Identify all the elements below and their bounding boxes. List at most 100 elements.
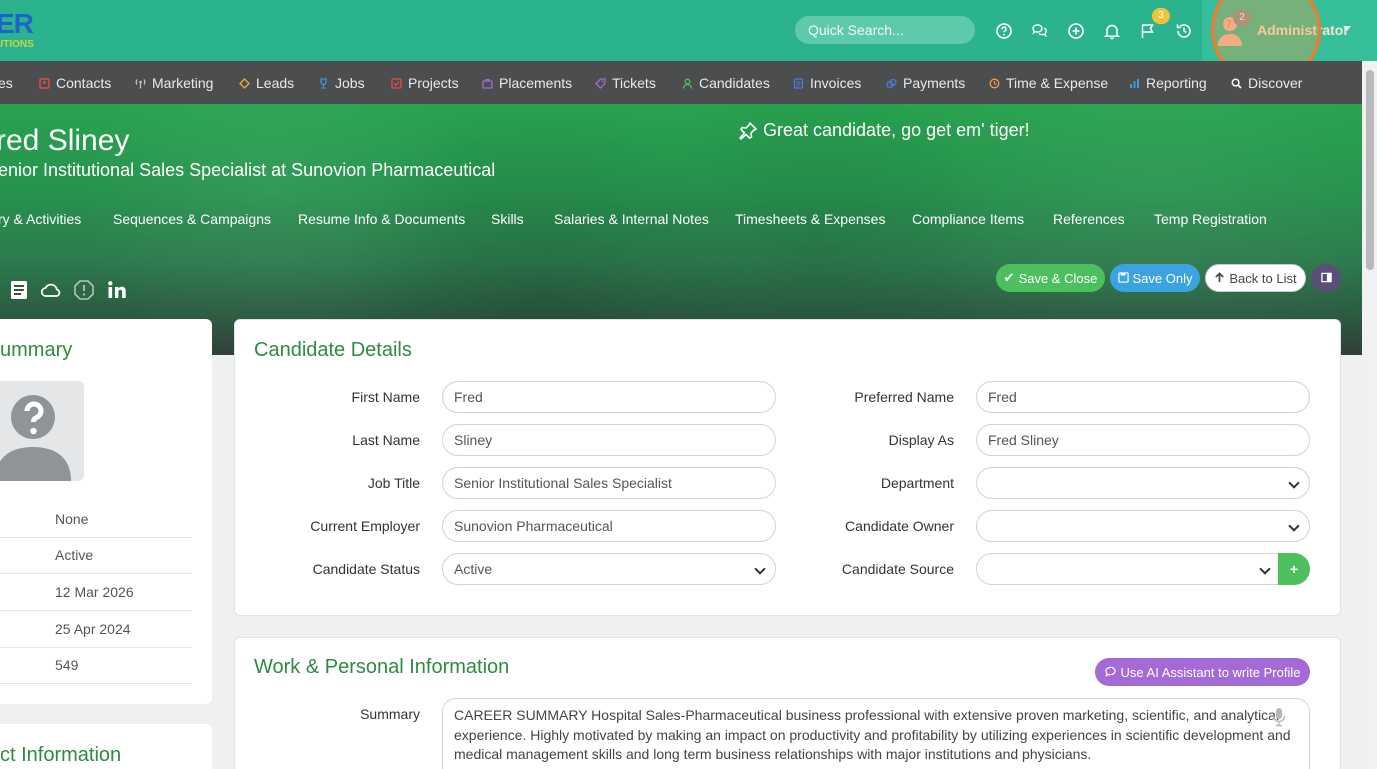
chevron-down-icon[interactable] <box>1343 26 1351 31</box>
nav-item-discover[interactable]: Discover <box>1231 74 1302 92</box>
add-source-button[interactable]: + <box>1278 553 1310 585</box>
flag-count-badge: 3 <box>1152 8 1170 24</box>
bell-icon[interactable] <box>1103 22 1121 40</box>
tab-skills[interactable]: Skills <box>491 211 524 227</box>
chat-bubble-icon <box>1104 665 1116 680</box>
nav-item-leads[interactable]: Leads <box>239 74 294 92</box>
quick-search-input[interactable] <box>795 16 975 44</box>
back-to-list-label: Back to List <box>1229 270 1297 286</box>
summary-row: None <box>0 501 192 538</box>
tab-salaries-notes[interactable]: Salaries & Internal Notes <box>554 211 709 227</box>
tab-history-activities[interactable]: ry & Activities <box>0 211 81 227</box>
microphone-icon[interactable] <box>1272 707 1286 727</box>
nav-item-time-expense[interactable]: Time & Expense <box>989 74 1108 92</box>
department-label: Department <box>880 475 954 491</box>
nav-item-label: Reporting <box>1146 75 1207 91</box>
briefcase-icon <box>482 78 493 89</box>
scrollbar-thumb[interactable] <box>1366 70 1374 270</box>
tab-sequences-campaigns[interactable]: Sequences & Campaigns <box>113 211 271 227</box>
person-icon <box>682 78 693 89</box>
summary-value: 25 Apr 2024 <box>55 621 131 637</box>
department-select[interactable] <box>976 467 1310 499</box>
nav-item-activities[interactable]: es <box>0 74 13 92</box>
tab-temp-registration[interactable]: Temp Registration <box>1154 211 1267 227</box>
tab-resume-documents[interactable]: Resume Info & Documents <box>298 211 465 227</box>
job-title-field[interactable]: Senior Institutional Sales Specialist <box>442 467 776 499</box>
alert-hexagon-icon[interactable] <box>73 279 95 301</box>
save-close-button[interactable]: ✔ Save & Close <box>996 264 1105 292</box>
help-icon[interactable] <box>995 22 1013 40</box>
last-name-label: Last Name <box>352 432 420 448</box>
bar-chart-icon <box>1129 78 1140 89</box>
nav-item-label: Candidates <box>699 75 770 91</box>
candidate-source-select[interactable] <box>976 553 1281 585</box>
logo-subtext: UTIONS <box>0 39 34 50</box>
candidate-owner-select[interactable] <box>976 510 1310 542</box>
nav-item-contacts[interactable]: Contacts <box>39 74 111 92</box>
top-bar <box>0 0 1377 61</box>
logo-text: ER <box>0 8 34 39</box>
last-name-value: Sliney <box>454 432 493 448</box>
nav-item-reporting[interactable]: Reporting <box>1129 74 1207 92</box>
tab-references[interactable]: References <box>1053 211 1125 227</box>
candidate-status-select[interactable]: Active <box>442 553 776 585</box>
linkedin-icon[interactable] <box>106 279 128 301</box>
document-icon[interactable] <box>8 279 30 301</box>
preferred-name-value: Fred <box>988 389 1017 405</box>
first-name-field[interactable]: Fred <box>442 381 776 413</box>
nav-item-label: es <box>0 75 13 91</box>
app-logo[interactable]: ER UTIONS <box>0 8 40 50</box>
back-to-list-button[interactable]: Back to List <box>1205 264 1306 292</box>
flag-icon[interactable] <box>1139 22 1157 40</box>
nav-item-candidates[interactable]: Candidates <box>682 74 770 92</box>
ai-assistant-button[interactable]: Use AI Assistant to write Profile <box>1095 658 1310 686</box>
summary-row: 25 Apr 2024 <box>0 611 192 648</box>
first-name-label: First Name <box>351 389 420 405</box>
nav-item-marketing[interactable]: Marketing <box>135 74 213 92</box>
nav-item-payments[interactable]: Payments <box>886 74 965 92</box>
summary-panel-title: ummary <box>0 339 73 361</box>
save-only-label: Save Only <box>1132 270 1193 286</box>
save-close-label: Save & Close <box>1018 270 1098 286</box>
add-circle-icon[interactable] <box>1067 22 1085 40</box>
panel-toggle-button[interactable] <box>1311 264 1341 292</box>
check-icon: ✔ <box>1003 270 1015 285</box>
work-personal-title: Work & Personal Information <box>254 656 510 678</box>
clock-icon <box>989 78 1000 89</box>
nav-item-placements[interactable]: Placements <box>482 74 572 92</box>
pinned-note: Great candidate, go get em' tiger! <box>763 120 1030 140</box>
broadcast-icon <box>135 78 146 89</box>
summary-label: Summary <box>360 706 420 722</box>
nav-item-label: Payments <box>903 75 966 91</box>
nav-item-tickets[interactable]: Tickets <box>595 74 656 92</box>
candidate-headline: enior Institutional Sales Specialist at … <box>0 160 496 180</box>
pin-icon[interactable] <box>738 121 758 141</box>
preferred-name-field[interactable]: Fred <box>976 381 1310 413</box>
cloud-icon[interactable] <box>40 279 62 301</box>
job-title-label: Job Title <box>367 475 420 491</box>
summary-row: 549 <box>0 647 192 684</box>
candidate-status-value: Active <box>454 561 493 577</box>
display-as-field[interactable]: Fred Sliney <box>976 424 1310 456</box>
nav-item-invoices[interactable]: Invoices <box>793 74 861 92</box>
current-employer-field[interactable]: Sunovion Pharmaceutical <box>442 510 776 542</box>
tab-compliance-items[interactable]: Compliance Items <box>912 211 1024 227</box>
chat-icon[interactable] <box>1031 22 1049 40</box>
nav-item-label: Discover <box>1248 75 1303 91</box>
last-name-field[interactable]: Sliney <box>442 424 776 456</box>
candidate-owner-label: Candidate Owner <box>845 518 954 534</box>
candidate-photo-placeholder[interactable] <box>0 381 84 481</box>
nav-item-label: Jobs <box>335 75 365 91</box>
arrow-up-icon <box>1214 271 1225 286</box>
checklist-icon <box>391 77 402 89</box>
nav-item-jobs[interactable]: Jobs <box>318 74 365 92</box>
summary-value: Active <box>55 547 94 563</box>
nav-item-label: Invoices <box>810 75 862 91</box>
trophy-icon <box>318 77 329 89</box>
tab-timesheets-expenses[interactable]: Timesheets & Expenses <box>735 211 885 227</box>
candidate-source-label: Candidate Source <box>841 561 954 577</box>
history-icon[interactable] <box>1175 22 1193 40</box>
summary-textarea[interactable]: CAREER SUMMARY Hospital Sales-Pharmaceut… <box>442 698 1310 769</box>
nav-item-projects[interactable]: Projects <box>391 74 459 92</box>
save-only-button[interactable]: Save Only <box>1110 264 1200 292</box>
